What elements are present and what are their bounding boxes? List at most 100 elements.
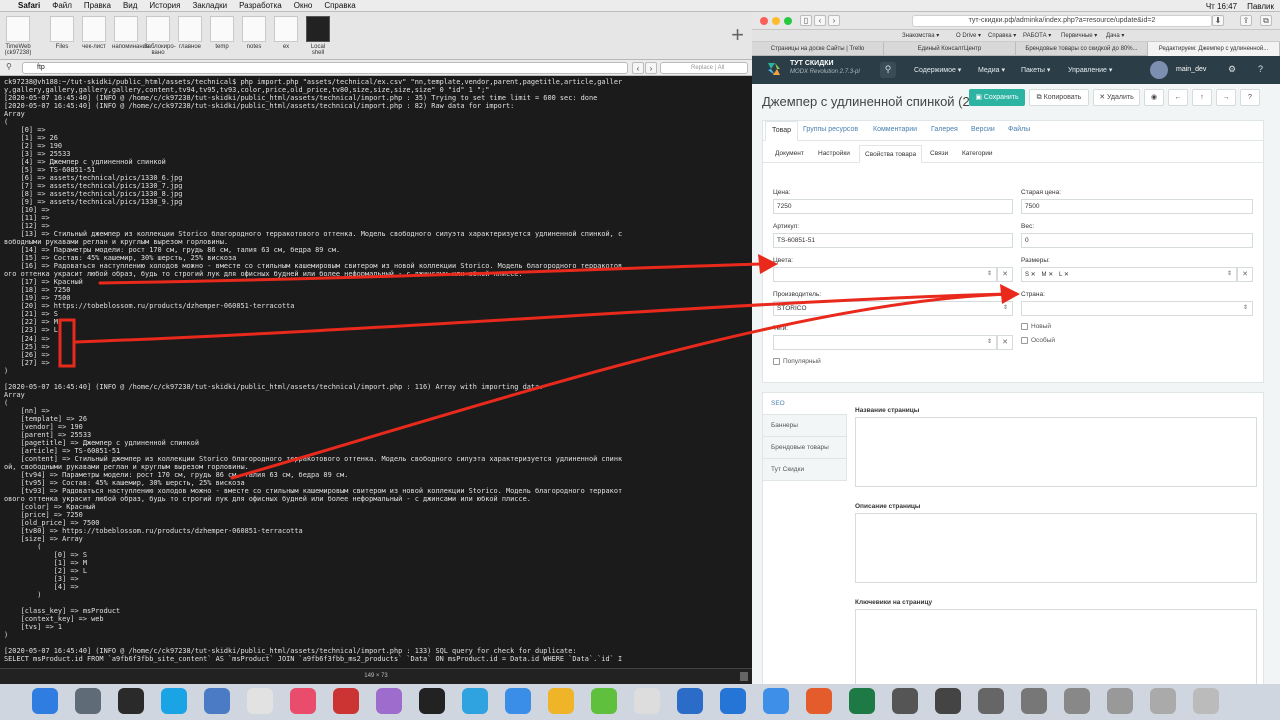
nav-media[interactable]: Медиа ▾ bbox=[978, 66, 1005, 74]
country-select[interactable]: ⇕ bbox=[1021, 301, 1253, 316]
help-button[interactable]: ? bbox=[1240, 89, 1260, 106]
dock-app-icon[interactable] bbox=[376, 688, 402, 714]
dock-app-icon[interactable] bbox=[720, 688, 746, 714]
tags-field[interactable]: ⇕ bbox=[773, 335, 997, 350]
username[interactable]: main_dev bbox=[1176, 66, 1206, 73]
dock-app-icon[interactable] bbox=[333, 688, 359, 714]
page-description-field[interactable] bbox=[855, 513, 1257, 583]
tab-files[interactable]: Файлы bbox=[1008, 126, 1030, 133]
favorite-item[interactable]: О Drive ▾ bbox=[956, 32, 981, 39]
clear-sizes-button[interactable]: ✕ bbox=[1237, 267, 1253, 282]
scrollbar[interactable] bbox=[740, 672, 748, 681]
replace-input[interactable]: Replace | All bbox=[660, 62, 748, 74]
session-tile[interactable]: Files bbox=[48, 16, 76, 50]
sidebar-icon[interactable]: ▯ bbox=[800, 15, 812, 26]
dock-app-icon[interactable] bbox=[118, 688, 144, 714]
tab-document[interactable]: Документ bbox=[775, 150, 804, 157]
user-menu[interactable]: Павлик bbox=[1247, 2, 1274, 11]
menu-item-safari[interactable]: Safari bbox=[18, 1, 40, 10]
tab-versions[interactable]: Версии bbox=[971, 126, 995, 133]
menu-item-window[interactable]: Окно bbox=[294, 1, 313, 10]
dock-app-icon[interactable] bbox=[75, 688, 101, 714]
dock-app-icon[interactable] bbox=[204, 688, 230, 714]
dock-app-icon[interactable] bbox=[505, 688, 531, 714]
session-tile[interactable]: чек-лист bbox=[80, 16, 108, 50]
tab-gallery[interactable]: Галерея bbox=[931, 126, 958, 133]
tab-links[interactable]: Связи bbox=[930, 150, 948, 157]
tab-product[interactable]: Товар bbox=[765, 121, 799, 141]
browser-tab-active[interactable]: Редактируем: Джемпер с удлиненной... bbox=[1148, 42, 1280, 56]
add-session-icon[interactable]: + bbox=[731, 22, 744, 48]
article-field[interactable]: TS-60851-51 bbox=[773, 233, 1013, 248]
close-window-icon[interactable] bbox=[760, 17, 768, 25]
dock-app-icon[interactable] bbox=[677, 688, 703, 714]
help-icon[interactable]: ? bbox=[1258, 64, 1263, 74]
size-chip[interactable]: L ✕ bbox=[1059, 269, 1069, 282]
tab-resource-groups[interactable]: Группы ресурсов bbox=[803, 126, 858, 133]
back-button[interactable]: ‹ bbox=[814, 15, 826, 26]
dock-app-icon[interactable] bbox=[290, 688, 316, 714]
weight-field[interactable]: 0 bbox=[1021, 233, 1253, 248]
clock[interactable]: Чт 16:47 bbox=[1206, 2, 1237, 11]
session-tile[interactable]: TimeWeb (ck97238) bbox=[4, 16, 32, 56]
vendor-select[interactable]: STORICO ⇕ bbox=[773, 301, 1013, 316]
find-previous-button[interactable]: ‹ bbox=[632, 62, 644, 74]
tab-settings[interactable]: Настройки bbox=[818, 150, 850, 157]
address-bar[interactable]: тут-скидки.рф/adminka/index.php?a=resour… bbox=[912, 15, 1212, 27]
dock-app-icon[interactable] bbox=[1107, 688, 1133, 714]
forward-button[interactable]: › bbox=[828, 15, 840, 26]
dock-app-icon[interactable] bbox=[763, 688, 789, 714]
minimize-window-icon[interactable] bbox=[772, 17, 780, 25]
save-button[interactable]: ▣ Сохранить bbox=[969, 89, 1025, 106]
tab-tut-skidki[interactable]: Тут Скидки bbox=[763, 459, 847, 481]
nav-content[interactable]: Содержимое ▾ bbox=[914, 66, 961, 74]
browser-tab[interactable]: Страницы на доске Сайты | Trello bbox=[752, 42, 884, 56]
terminal-output[interactable]: ck97238@vh188:~/tut-skidki/public_html/a… bbox=[0, 76, 752, 668]
favorite-item[interactable]: Справка ▾ bbox=[988, 32, 1016, 39]
dock-app-icon[interactable] bbox=[32, 688, 58, 714]
download-icon[interactable]: ⬇ bbox=[1212, 15, 1224, 26]
favorite-item[interactable]: Первичные ▾ bbox=[1061, 32, 1097, 39]
find-input[interactable]: ftp bbox=[22, 62, 628, 74]
price-field[interactable]: 7250 bbox=[773, 199, 1013, 214]
favorite-item[interactable]: РАБОТА ▾ bbox=[1023, 32, 1051, 39]
dock-app-icon[interactable] bbox=[1021, 688, 1047, 714]
browser-tab[interactable]: Единый КонсалтЦентр bbox=[884, 42, 1016, 56]
dock-app-icon[interactable] bbox=[247, 688, 273, 714]
special-checkbox[interactable]: Особый bbox=[1021, 337, 1055, 344]
keywords-field[interactable] bbox=[855, 609, 1257, 684]
session-tile[interactable]: напоминание bbox=[112, 16, 149, 50]
menu-item-history[interactable]: История bbox=[149, 1, 180, 10]
share-icon[interactable]: ⇪ bbox=[1240, 15, 1252, 26]
menu-item-file[interactable]: Файл bbox=[52, 1, 72, 10]
session-tile[interactable]: Заблокиро­вано bbox=[144, 16, 176, 56]
up-resource-button[interactable]: ↑ bbox=[1192, 89, 1212, 106]
session-tile-active[interactable]: Local shell bbox=[304, 16, 332, 56]
session-tile[interactable]: главное bbox=[176, 16, 204, 50]
zoom-window-icon[interactable] bbox=[784, 17, 792, 25]
tab-banners[interactable]: Баннеры bbox=[763, 415, 847, 437]
search-icon[interactable]: ⚲ bbox=[880, 62, 896, 78]
tab-comments[interactable]: Комментарии bbox=[873, 126, 917, 133]
find-next-button[interactable]: › bbox=[645, 62, 657, 74]
dock-app-icon[interactable] bbox=[1064, 688, 1090, 714]
menu-item-bookmarks[interactable]: Закладки bbox=[192, 1, 227, 10]
clear-tags-button[interactable]: ✕ bbox=[997, 335, 1013, 350]
menu-item-develop[interactable]: Разработка bbox=[239, 1, 282, 10]
size-chip[interactable]: S ✕ bbox=[1025, 269, 1036, 282]
gear-icon[interactable]: ⚙ bbox=[1228, 64, 1236, 75]
browser-tab[interactable]: Брендовые товары со скидкой до 80%... bbox=[1016, 42, 1148, 56]
dock-app-icon[interactable] bbox=[634, 688, 660, 714]
menu-item-help[interactable]: Справка bbox=[324, 1, 355, 10]
dock-app-icon[interactable] bbox=[462, 688, 488, 714]
menu-item-edit[interactable]: Правка bbox=[84, 1, 111, 10]
view-button[interactable]: ◉ bbox=[1144, 89, 1164, 106]
session-tile[interactable]: ex bbox=[272, 16, 300, 50]
favorite-item[interactable]: Знакомства ▾ bbox=[902, 32, 939, 39]
prev-resource-button[interactable]: ← bbox=[1168, 89, 1188, 106]
size-chip[interactable]: M ✕ bbox=[1042, 269, 1054, 282]
new-checkbox[interactable]: Новый bbox=[1021, 323, 1051, 330]
copy-button[interactable]: ⧉ Копировать bbox=[1029, 89, 1089, 106]
clear-color-button[interactable]: ✕ bbox=[997, 267, 1013, 282]
popular-checkbox[interactable]: Популярный bbox=[773, 358, 821, 365]
